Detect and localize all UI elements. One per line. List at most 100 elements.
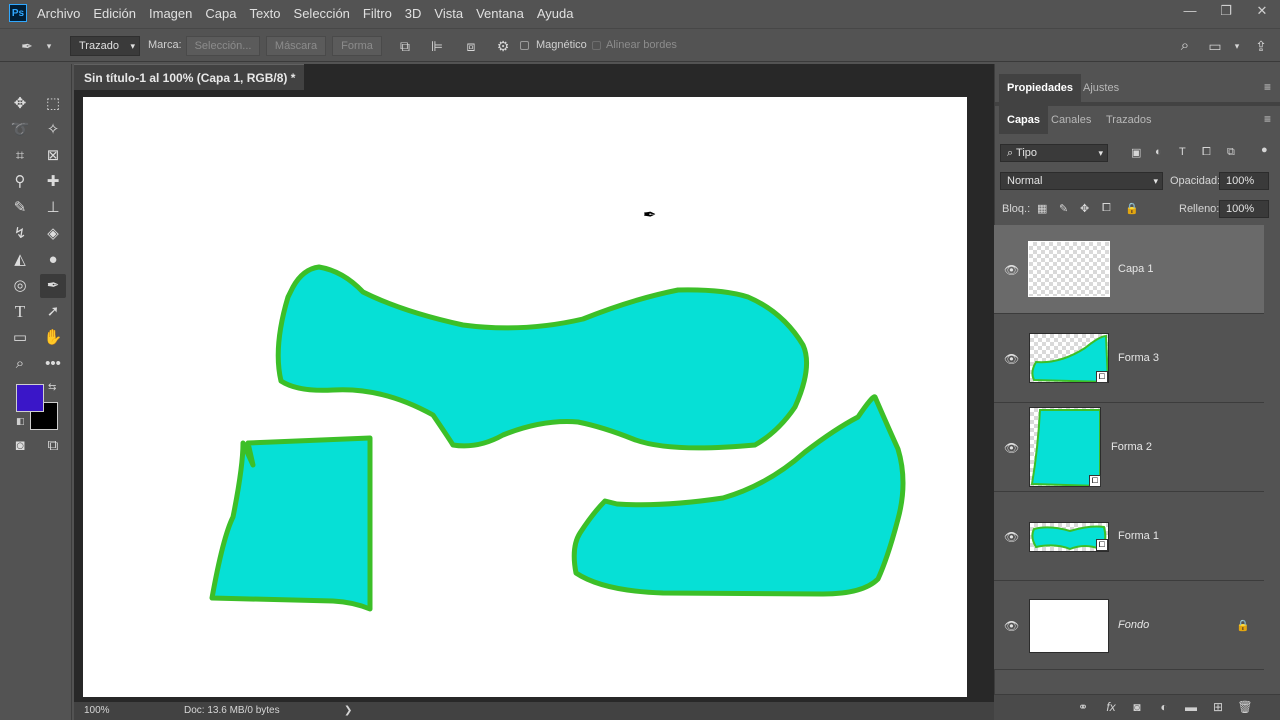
- path-alignment-icon[interactable]: ⊫: [428, 37, 446, 55]
- zoom-tool-icon[interactable]: ⌕: [7, 352, 33, 376]
- menu-filtro[interactable]: Filtro: [363, 6, 392, 21]
- share-icon[interactable]: ⇪: [1252, 37, 1270, 55]
- hand-tool-icon[interactable]: ✋: [40, 326, 66, 350]
- menu-3d[interactable]: 3D: [405, 6, 422, 21]
- quick-mask-icon[interactable]: ◙: [7, 434, 33, 458]
- path-operations-icon[interactable]: ⧉: [396, 37, 414, 55]
- chevron-down-icon[interactable]: ▾: [1228, 37, 1246, 55]
- magic-wand-icon[interactable]: ✧: [40, 118, 66, 142]
- eye-icon[interactable]: 👁: [1004, 530, 1019, 544]
- layer-filter-select[interactable]: ⌕ Tipo ▾: [1000, 144, 1108, 162]
- filter-adjust-icon[interactable]: ◐: [1155, 146, 1162, 158]
- layer-row[interactable]: 👁 Capa 1: [994, 225, 1264, 314]
- filter-pixel-icon[interactable]: ▣: [1131, 146, 1141, 159]
- eye-icon[interactable]: 👁: [1004, 619, 1019, 633]
- menu-vista[interactable]: Vista: [434, 6, 463, 21]
- path-selection-icon[interactable]: ➚: [40, 300, 66, 324]
- path-arrangement-icon[interactable]: ⧈: [462, 37, 480, 55]
- layer-name[interactable]: Capa 1: [1118, 263, 1153, 275]
- menu-ayuda[interactable]: Ayuda: [537, 6, 574, 21]
- link-layers-icon[interactable]: ⚭: [1074, 700, 1092, 714]
- forma-button[interactable]: Forma: [332, 36, 382, 56]
- panel-menu-icon[interactable]: ≡: [1264, 112, 1274, 126]
- eye-icon[interactable]: 👁: [1004, 441, 1019, 455]
- tab-ajustes[interactable]: Ajustes: [1075, 74, 1127, 102]
- filter-type-icon[interactable]: T: [1179, 146, 1186, 158]
- add-mask-icon[interactable]: ◙: [1128, 700, 1146, 714]
- search-icon[interactable]: ⌕: [1176, 37, 1194, 55]
- lock-artboard-icon[interactable]: ⧠: [1102, 202, 1111, 215]
- lock-image-icon[interactable]: ✎: [1059, 202, 1068, 215]
- menu-edicion[interactable]: Edición: [93, 6, 136, 21]
- more-tools-icon[interactable]: •••: [40, 352, 66, 376]
- layer-name[interactable]: Forma 1: [1118, 530, 1159, 542]
- healing-brush-icon[interactable]: ✚: [40, 170, 66, 194]
- menu-capa[interactable]: Capa: [205, 6, 236, 21]
- stamp-tool-icon[interactable]: ⊥: [40, 196, 66, 220]
- layer-name[interactable]: Forma 3: [1118, 352, 1159, 364]
- zoom-level[interactable]: 100%: [84, 702, 110, 720]
- document-tab[interactable]: Sin título-1 al 100% (Capa 1, RGB/8) * ×: [74, 64, 304, 111]
- shape-forma-1[interactable]: [275, 264, 810, 451]
- swap-colors-icon[interactable]: ⇆: [48, 382, 56, 393]
- pen-tool-preset-icon[interactable]: ✒: [18, 37, 36, 55]
- seleccion-button[interactable]: Selección...: [186, 36, 260, 56]
- screen-mode-icon[interactable]: ⧉: [40, 434, 66, 458]
- panel-menu-icon[interactable]: ≡: [1264, 80, 1274, 94]
- tab-propiedades[interactable]: Propiedades: [999, 74, 1082, 102]
- crop-tool-icon[interactable]: ⌗: [7, 144, 33, 168]
- menu-archivo[interactable]: Archivo: [37, 6, 80, 21]
- restore-icon[interactable]: ❐: [1208, 0, 1244, 22]
- eye-icon[interactable]: 👁: [1004, 263, 1019, 277]
- type-tool-icon[interactable]: T: [7, 300, 33, 324]
- dodge-tool-icon[interactable]: ◎: [7, 274, 33, 298]
- brush-tool-icon[interactable]: ✎: [7, 196, 33, 220]
- opacity-input[interactable]: 100%: [1219, 172, 1269, 190]
- layer-name[interactable]: Forma 2: [1111, 441, 1152, 453]
- workspace-icon[interactable]: ▭: [1206, 37, 1224, 55]
- filter-shape-icon[interactable]: ⧠: [1202, 146, 1211, 159]
- lock-transparency-icon[interactable]: ▦: [1037, 202, 1047, 215]
- blur-tool-icon[interactable]: ●: [40, 248, 66, 272]
- new-layer-icon[interactable]: ⊞: [1209, 700, 1227, 714]
- layer-row[interactable]: 👁 ⧠ Forma 1: [994, 492, 1264, 581]
- status-arrow-icon[interactable]: ❯: [344, 702, 352, 720]
- fill-input[interactable]: 100%: [1219, 200, 1269, 218]
- foreground-color-swatch[interactable]: [16, 384, 44, 412]
- tab-trazados[interactable]: Trazados: [1098, 106, 1159, 134]
- layer-row[interactable]: 👁 ⧠ Forma 3: [994, 314, 1264, 403]
- lock-all-icon[interactable]: 🔒: [1125, 202, 1139, 215]
- filter-smart-icon[interactable]: ⧉: [1227, 146, 1235, 159]
- menu-imagen[interactable]: Imagen: [149, 6, 192, 21]
- menu-seleccion[interactable]: Selección: [294, 6, 350, 21]
- layer-row[interactable]: 👁 Fondo 🔒: [994, 581, 1264, 670]
- gear-icon[interactable]: ⚙: [494, 37, 512, 55]
- menu-texto[interactable]: Texto: [249, 6, 280, 21]
- layer-style-icon[interactable]: fx: [1102, 700, 1120, 714]
- frame-tool-icon[interactable]: ⊠: [40, 144, 66, 168]
- filter-toggle-icon[interactable]: ●: [1261, 144, 1268, 156]
- alinear-bordes-checkbox[interactable]: [592, 41, 601, 50]
- adjustment-layer-icon[interactable]: ◐: [1155, 700, 1173, 714]
- mascara-button[interactable]: Máscara: [266, 36, 326, 56]
- shape-forma-2[interactable]: [209, 435, 373, 612]
- trash-icon[interactable]: 🗑: [1236, 700, 1254, 714]
- marquee-tool-icon[interactable]: ⬚: [40, 92, 66, 116]
- canvas[interactable]: ✒: [83, 97, 967, 697]
- rectangle-tool-icon[interactable]: ▭: [7, 326, 33, 350]
- pen-tool-icon[interactable]: ✒: [40, 274, 66, 298]
- magnetico-checkbox[interactable]: [520, 41, 529, 50]
- tab-canales[interactable]: Canales: [1043, 106, 1099, 134]
- eraser-tool-icon[interactable]: ◈: [40, 222, 66, 246]
- lasso-tool-icon[interactable]: ➰: [7, 118, 33, 142]
- layer-name[interactable]: Fondo: [1118, 619, 1149, 631]
- close-icon[interactable]: ✕: [1244, 0, 1280, 22]
- move-tool-icon[interactable]: ✥: [7, 92, 33, 116]
- history-brush-icon[interactable]: ↯: [7, 222, 33, 246]
- tab-capas[interactable]: Capas: [999, 106, 1049, 134]
- menu-ventana[interactable]: Ventana: [476, 6, 524, 21]
- layer-row[interactable]: 👁 ⧠ Forma 2: [994, 403, 1264, 492]
- pen-mode-select[interactable]: Trazado ▾: [70, 36, 140, 56]
- chevron-down-icon[interactable]: ▾: [40, 37, 58, 55]
- eyedropper-icon[interactable]: ⚲: [7, 170, 33, 194]
